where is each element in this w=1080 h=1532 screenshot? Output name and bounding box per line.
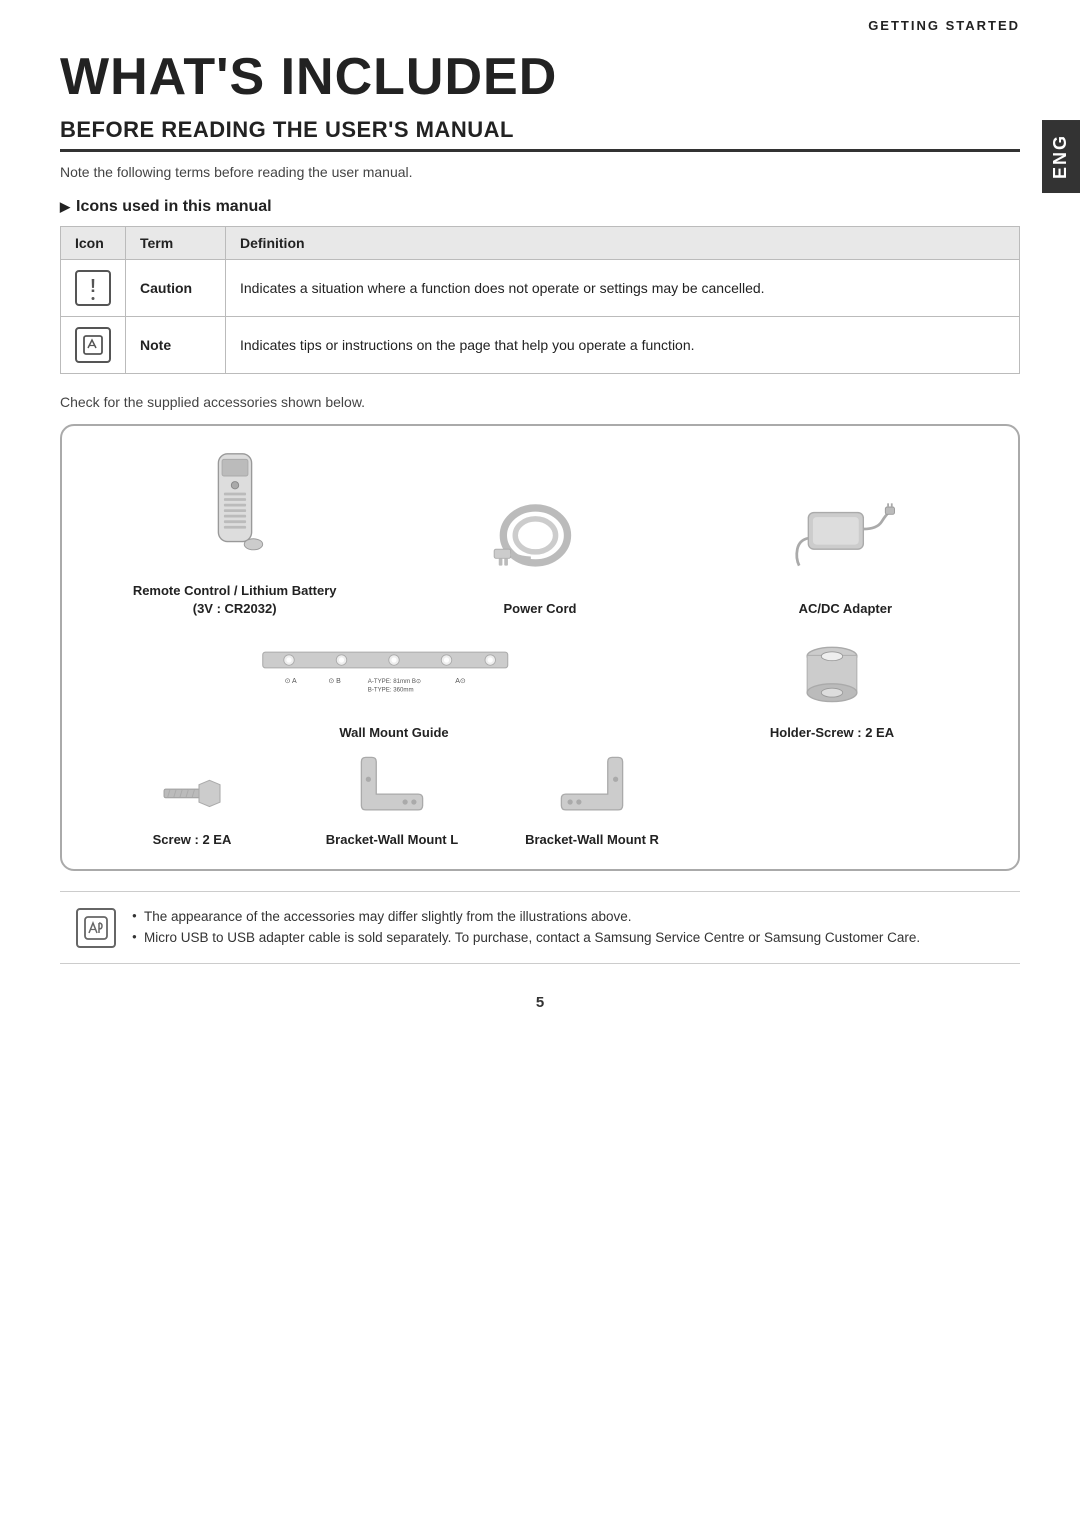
caution-icon-cell: ! — [61, 260, 126, 317]
caution-term: Caution — [126, 260, 226, 317]
wall-mount-label: Wall Mount Guide — [339, 724, 448, 742]
bracket-l-label: Bracket-Wall Mount L — [326, 831, 458, 849]
accessory-power-cord: Power Cord — [387, 490, 692, 618]
table-row: ! Caution Indicates a situation where a … — [61, 260, 1020, 317]
accessory-remote: Remote Control / Lithium Battery (3V : C… — [82, 452, 387, 618]
icons-heading: Icons used in this manual — [60, 198, 1020, 216]
note-definition: Indicates tips or instructions on the pa… — [226, 317, 1020, 374]
note-icon — [75, 327, 111, 363]
remote-label: Remote Control / Lithium Battery (3V : C… — [133, 582, 337, 618]
bracket-r-illustration — [547, 753, 637, 823]
svg-text:⊙ B: ⊙ B — [328, 678, 341, 685]
intro-text: Note the following terms before reading … — [60, 164, 1020, 180]
accessory-bracket-r: Bracket-Wall Mount R — [492, 753, 692, 849]
table-header-definition: Definition — [226, 227, 1020, 260]
note-box: The appearance of the accessories may di… — [60, 891, 1020, 964]
adapter-illustration — [790, 490, 900, 590]
accessories-mid-row: ⊙ A ⊙ B A-TYPE: 81mm B⊙ B-TYPE: 360mm A⊙… — [82, 634, 998, 742]
svg-text:B-TYPE: 360mm: B-TYPE: 360mm — [368, 687, 414, 694]
screw-label: Screw : 2 EA — [153, 831, 232, 849]
svg-text:⊙ A: ⊙ A — [285, 678, 297, 685]
note-bullets: The appearance of the accessories may di… — [132, 906, 920, 949]
accessory-adapter: AC/DC Adapter — [693, 490, 998, 618]
table-row: Note Indicates tips or instructions on t… — [61, 317, 1020, 374]
accessory-screw: Screw : 2 EA — [92, 763, 292, 849]
holder-screw-label: Holder-Screw : 2 EA — [770, 724, 894, 742]
bracket-l-illustration — [347, 753, 437, 823]
main-content: WHAT'S INCLUDED BEFORE READING THE USER'… — [0, 33, 1080, 1051]
check-text: Check for the supplied accessories shown… — [60, 394, 1020, 410]
note-term: Note — [126, 317, 226, 374]
section-label: GETTING STARTED — [868, 18, 1020, 33]
table-header-icon: Icon — [61, 227, 126, 260]
accessories-top-row: Remote Control / Lithium Battery (3V : C… — [82, 452, 998, 618]
accessory-bracket-l: Bracket-Wall Mount L — [292, 753, 492, 849]
accessory-holder-screw: Holder-Screw : 2 EA — [686, 634, 978, 742]
caution-definition: Indicates a situation where a function d… — [226, 260, 1020, 317]
header-bar: GETTING STARTED — [0, 0, 1080, 33]
svg-text:A-TYPE: 81mm B⊙: A-TYPE: 81mm B⊙ — [368, 678, 421, 685]
power-cord-illustration — [485, 490, 595, 590]
page-number: 5 — [60, 994, 1020, 1011]
accessories-box: Remote Control / Lithium Battery (3V : C… — [60, 424, 1020, 871]
wall-mount-illustration: ⊙ A ⊙ B A-TYPE: 81mm B⊙ B-TYPE: 360mm A⊙ — [254, 634, 534, 714]
note-box-icon — [76, 908, 116, 948]
side-tab-eng: ENG — [1042, 120, 1080, 193]
svg-text:A⊙: A⊙ — [455, 678, 466, 685]
bracket-r-label: Bracket-Wall Mount R — [525, 831, 659, 849]
note-bullet-2: Micro USB to USB adapter cable is sold s… — [132, 927, 920, 949]
holder-screw-illustration — [792, 634, 872, 714]
adapter-label: AC/DC Adapter — [799, 600, 892, 618]
note-bullet-1: The appearance of the accessories may di… — [132, 906, 920, 928]
table-header-term: Term — [126, 227, 226, 260]
screw-illustration — [157, 763, 227, 823]
remote-illustration — [195, 452, 275, 572]
note-icon-cell — [61, 317, 126, 374]
accessories-bottom-row: Screw : 2 EA Bracket-Wall Mount L — [82, 753, 998, 849]
caution-icon: ! — [75, 270, 111, 306]
accessory-wall-mount: ⊙ A ⊙ B A-TYPE: 81mm B⊙ B-TYPE: 360mm A⊙… — [102, 634, 686, 742]
page-title: WHAT'S INCLUDED — [60, 47, 1020, 107]
icon-table: Icon Term Definition ! Caution Indicates… — [60, 226, 1020, 374]
power-cord-label: Power Cord — [504, 600, 577, 618]
section-heading: BEFORE READING THE USER'S MANUAL — [60, 117, 1020, 152]
